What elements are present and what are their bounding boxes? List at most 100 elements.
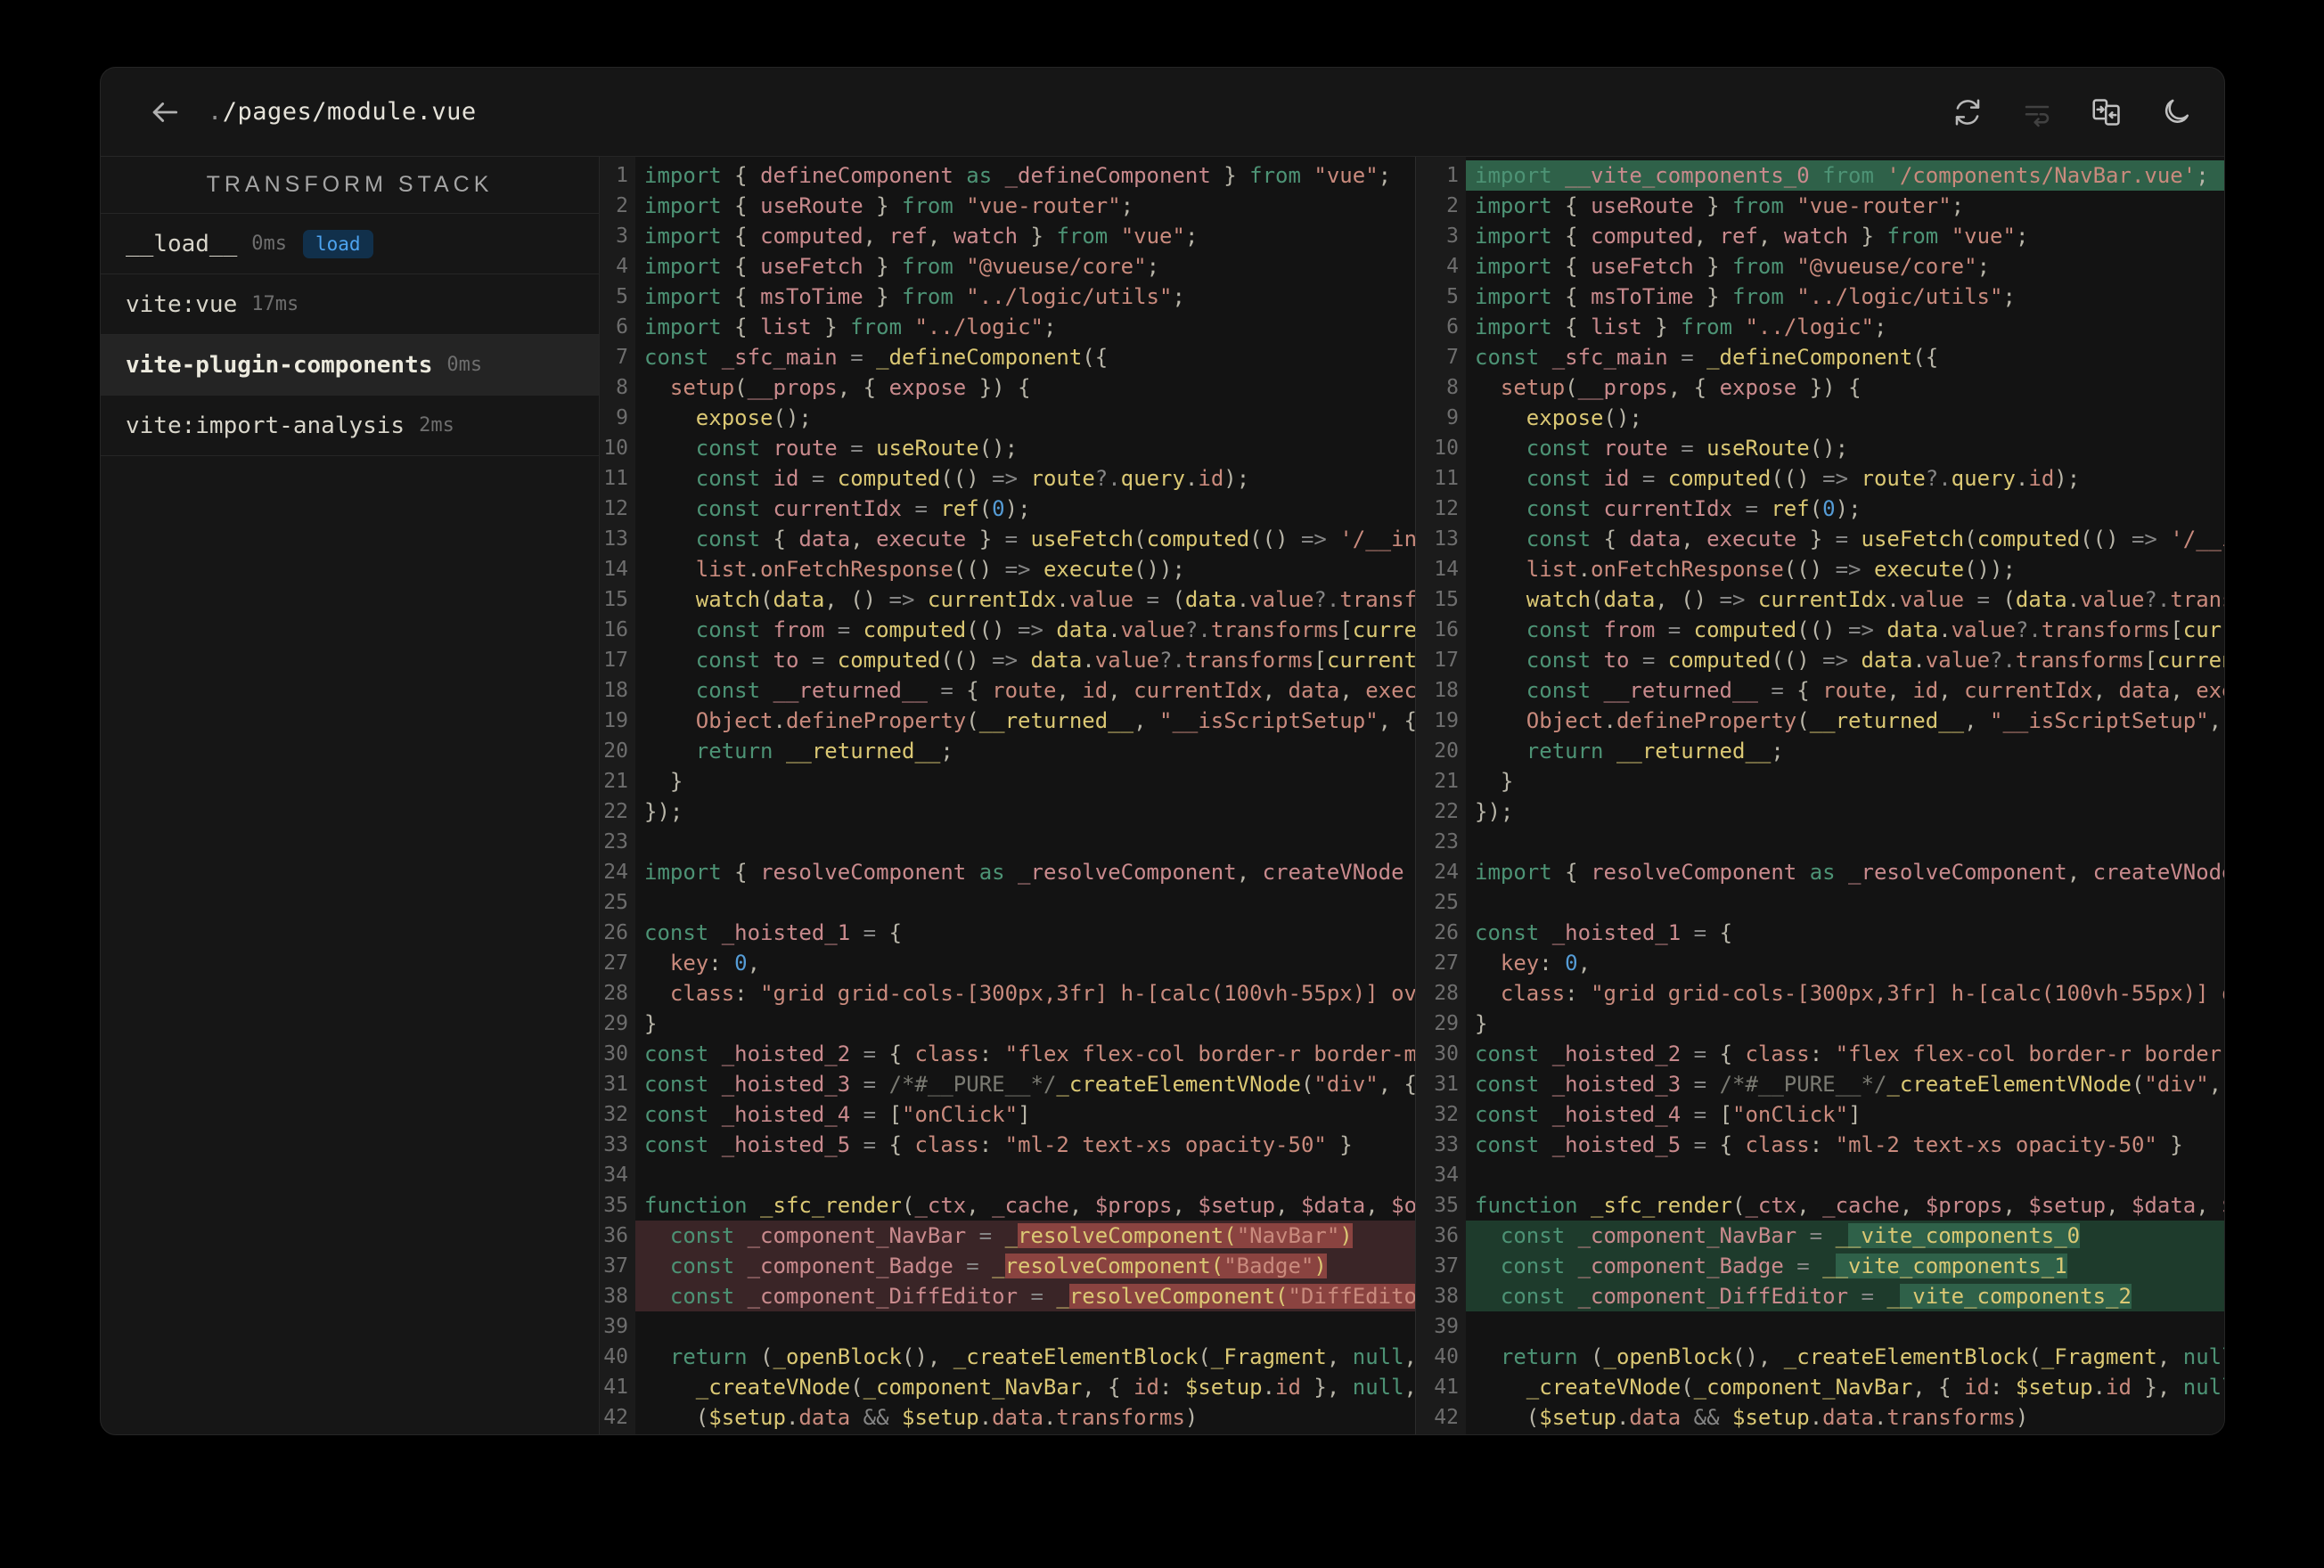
line-number: 9 [1446, 406, 1459, 429]
back-button[interactable] [145, 93, 184, 132]
line-number: 14 [1434, 558, 1459, 581]
code-line: 24 import { resolveComponent as _resolveC… [1416, 857, 2224, 887]
line-wrap-button[interactable] [2019, 94, 2055, 130]
line-number: 21 [1434, 770, 1459, 793]
dark-mode-button[interactable] [2158, 94, 2194, 130]
line-number: 37 [1434, 1254, 1459, 1278]
code-line: 22}); [600, 796, 1415, 827]
code-text: const _component_Badge = _resolveCompone… [635, 1251, 1415, 1281]
plugin-name: __load__ [126, 230, 238, 257]
transform-stack-item-vite-import-analysis[interactable]: vite:import-analysis 2ms [101, 396, 599, 456]
code-text: const _hoisted_4 = ["onClick"] [1475, 1102, 1862, 1127]
code-text: const _hoisted_5 = { class: "ml-2 text-x… [644, 1132, 1353, 1157]
code-text: const id = computed(() => route?.query.i… [1475, 466, 2081, 491]
code-text: import { computed, ref, watch } from "vu… [1475, 224, 2029, 249]
code-text: const _hoisted_2 = { class: "flex flex-c… [1475, 1041, 2224, 1066]
transform-stack-item-vite-plugin-components[interactable]: vite-plugin-components 0ms [101, 335, 599, 396]
plugin-time: 0ms [251, 233, 287, 255]
code-line: 37 const _component_Badge = __vite_compo… [1416, 1251, 2224, 1281]
code-text: import { defineComponent as _defineCompo… [644, 163, 1392, 188]
code-line: 13 const { data, execute } = useFetch(co… [1416, 524, 2224, 554]
code-text: return (_openBlock(), _createElementBloc… [1475, 1344, 2224, 1369]
line-number: 35 [603, 1194, 628, 1217]
code-text: function _sfc_render(_ctx, _cache, $prop… [644, 1193, 1415, 1218]
code-line: 20 return __returned__; [1416, 736, 2224, 766]
code-text: const _component_DiffEditor = _resolveCo… [635, 1281, 1415, 1311]
line-number: 12 [1434, 497, 1459, 520]
diff-pane-after[interactable]: 1 import __vite_components_0 from '/compo… [1416, 157, 2224, 1434]
line-number: 41 [603, 1376, 628, 1399]
code-text: return __returned__; [1475, 739, 1784, 764]
transform-stack-item-vite-vue[interactable]: vite:vue 17ms [101, 274, 599, 335]
code-line: 12 const currentIdx = ref(0); [600, 494, 1415, 524]
line-number: 2 [616, 194, 628, 217]
code-text: Object.defineProperty(__returned__, "__i… [644, 708, 1415, 733]
diff-editor: 1 import { defineComponent as _defineComp… [600, 157, 2224, 1434]
code-line: 6 import { list } from "../logic"; [1416, 312, 2224, 342]
window-body: TRANSFORM STACK __load__ 0ms load vite:vue 1… [101, 157, 2224, 1434]
code-text: const _hoisted_2 = { class: "flex flex-c… [644, 1041, 1415, 1066]
code-line: 10 const route = useRoute(); [1416, 433, 2224, 463]
header-bar: ./pages/module.vue [101, 68, 2224, 157]
code-text: expose(); [644, 405, 812, 430]
refresh-button[interactable] [1950, 94, 1985, 130]
line-number: 7 [616, 346, 628, 369]
code-text: expose(); [1475, 405, 1642, 430]
code-text: setup(__props, { expose }) { [644, 375, 1031, 400]
code-line: 1 import { defineComponent as _defineComp… [600, 160, 1415, 191]
code-line: 7 const _sfc_main = _defineComponent({ [1416, 342, 2224, 372]
line-number: 25 [603, 891, 628, 914]
line-number: 6 [1446, 315, 1459, 339]
code-text: const _sfc_main = _defineComponent({ [1475, 345, 1939, 370]
code-text: class: "grid grid-cols-[300px,3fr] h-[ca… [644, 981, 1415, 1006]
line-number: 5 [1446, 285, 1459, 308]
line-number: 34 [1434, 1164, 1459, 1187]
code-line: 30 const _hoisted_2 = { class: "flex flex… [1416, 1039, 2224, 1069]
code-line: 32 const _hoisted_4 = ["onClick"] [1416, 1099, 2224, 1130]
code-text: watch(data, () => currentIdx.value = (da… [1475, 587, 2224, 612]
split-view-button[interactable] [2089, 94, 2124, 130]
code-text: }); [644, 799, 683, 824]
line-number: 16 [603, 618, 628, 641]
file-path-text: /pages/module.vue [222, 98, 477, 126]
transform-stack-panel: TRANSFORM STACK __load__ 0ms load vite:vue 1… [101, 157, 600, 1434]
line-number: 42 [603, 1406, 628, 1429]
transform-stack-item--load-[interactable]: __load__ 0ms load [101, 214, 599, 274]
inspect-window: ./pages/module.vue TRANSFORM STACK __loa… [100, 67, 2225, 1435]
line-number: 35 [1434, 1194, 1459, 1217]
code-text: import { list } from "../logic"; [1475, 314, 1887, 339]
code-text: setup(__props, { expose }) { [1475, 375, 1862, 400]
line-number: 42 [1434, 1406, 1459, 1429]
code-text: import { msToTime } from "../logic/utils… [644, 284, 1185, 309]
code-line: 16 const from = computed(() => data.valu… [600, 615, 1415, 645]
line-number: 18 [1434, 679, 1459, 702]
code-line: 33 const _hoisted_5 = { class: "ml-2 text… [600, 1130, 1415, 1160]
code-text: } [644, 769, 683, 794]
line-number: 3 [1446, 225, 1459, 248]
plugin-name: vite:import-analysis [126, 412, 405, 439]
code-line: 38 const _component_DiffEditor = __vite_… [1416, 1281, 2224, 1311]
code-line: 23 [1416, 827, 2224, 857]
line-number: 26 [1434, 921, 1459, 944]
line-number: 41 [1434, 1376, 1459, 1399]
code-line: 16 const from = computed(() => data.valu… [1416, 615, 2224, 645]
line-number: 13 [603, 527, 628, 551]
line-number: 4 [616, 255, 628, 278]
plugin-name: vite-plugin-components [126, 351, 433, 379]
code-text: return (_openBlock(), _createElementBloc… [644, 1344, 1415, 1369]
line-number: 33 [1434, 1133, 1459, 1156]
code-line: 20 return __returned__; [600, 736, 1415, 766]
line-number: 16 [1434, 618, 1459, 641]
line-number: 11 [1434, 467, 1459, 490]
code-text: import { resolveComponent as _resolveCom… [1475, 860, 2224, 885]
line-number: 8 [1446, 376, 1459, 399]
code-text: const route = useRoute(); [1475, 436, 1849, 461]
code-text: const route = useRoute(); [644, 436, 1019, 461]
diff-pane-before[interactable]: 1 import { defineComponent as _defineComp… [600, 157, 1416, 1434]
code-text: } [644, 1011, 658, 1036]
code-text: import { useFetch } from "@vueuse/core"; [1475, 254, 1991, 279]
